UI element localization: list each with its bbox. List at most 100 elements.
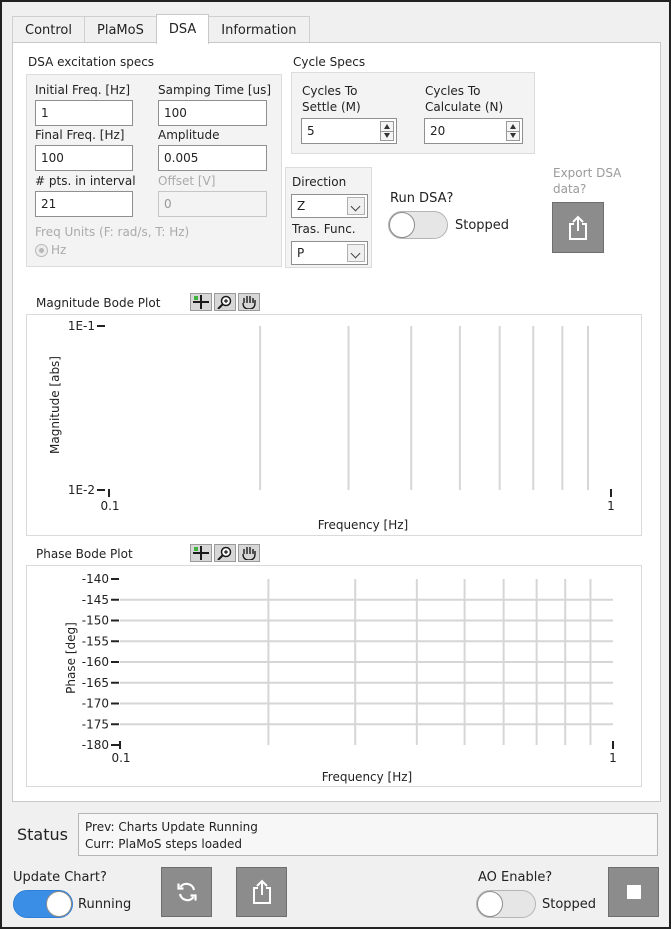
phase-x-tick-right: 1 [609, 751, 617, 765]
export-button[interactable] [236, 867, 287, 917]
zoom-icon [217, 546, 232, 560]
pts-interval-input[interactable]: 21 [35, 191, 133, 217]
excitation-group: Initial Freq. [Hz] 1 Samping Time [us] 1… [26, 74, 282, 267]
crosshair-icon [193, 295, 209, 309]
export-icon [252, 879, 271, 904]
hand-icon [242, 296, 256, 309]
freq-units-option: Hz [51, 243, 67, 257]
cycles-calc-value: 20 [430, 124, 446, 138]
phase-y-tick-label: -140 [82, 572, 109, 586]
cycle-group: Cycles To Settle (M) 5 Cycles To Calcula… [291, 72, 535, 154]
status-curr: Curr: PlaMoS steps loaded [85, 837, 243, 851]
phase-y-tick-label: -160 [82, 655, 109, 669]
tras-func-label: Tras. Func. [292, 222, 356, 236]
phase-y-tick-label: -175 [82, 717, 109, 731]
magnitude-x-tick-right: 1 [607, 499, 615, 513]
direction-select[interactable]: Z [291, 194, 368, 218]
excitation-title: DSA excitation specs [28, 55, 155, 69]
status-display: Prev: Charts Update Running Curr: PlaMoS… [78, 813, 658, 856]
cycles-calc-label-line1: Cycles To [425, 84, 481, 98]
zoom-tool-button[interactable] [214, 293, 236, 311]
magnitude-y-axis-label: Magnitude [abs] [48, 356, 62, 454]
decrement-arrow-icon [384, 133, 390, 138]
phase-x-axis-label: Frequency [Hz] [322, 770, 413, 784]
tras-func-select[interactable]: P [291, 241, 368, 265]
refresh-icon [176, 882, 197, 902]
cycles-calc-stepper[interactable]: 20 [424, 118, 523, 144]
cycles-settle-stepper[interactable]: 5 [301, 118, 397, 144]
phase-y-tick-label: -145 [82, 593, 109, 607]
stop-button[interactable] [608, 867, 659, 917]
amplitude-label: Amplitude [158, 128, 220, 142]
tab-plamos[interactable]: PlaMoS [84, 16, 157, 43]
magnitude-plot-title: Magnitude Bode Plot [36, 296, 161, 310]
tab-dsa[interactable]: DSA [155, 14, 210, 44]
phase-x-tick-left: 0.1 [111, 751, 130, 765]
phase-plot: -140 -145 -150 -155 -160 -165 -170 -175 -180 Pha… [26, 565, 642, 787]
phase-plot-title: Phase Bode Plot [36, 547, 133, 561]
chevron-down-icon [347, 197, 365, 215]
cycles-settle-value: 5 [307, 124, 315, 138]
status-prev: Prev: Charts Update Running [85, 820, 258, 834]
offset-input: 0 [158, 191, 267, 217]
initial-freq-input[interactable]: 1 [35, 100, 133, 126]
refresh-button[interactable] [161, 867, 212, 917]
run-dsa-label: Run DSA? [390, 191, 454, 206]
cursor-tool-button[interactable] [190, 293, 212, 311]
cycles-settle-label: Cycles To Settle (M) [302, 83, 361, 115]
sampling-time-label: Samping Time [us] [158, 83, 272, 97]
freq-units-radio [35, 244, 48, 257]
magnitude-plot: Magnitude [abs] 1E-1 1E-2 0.1 1 Frequenc… [26, 314, 642, 536]
cycles-settle-spin-buttons[interactable] [380, 121, 394, 141]
pan-tool-button[interactable] [238, 293, 260, 311]
cycles-settle-label-line2: Settle (M) [302, 100, 361, 114]
phase-y-tick-label: -170 [82, 697, 109, 711]
status-label: Status [17, 825, 68, 844]
phase-y-axis-label: Phase [deg] [64, 622, 78, 694]
toggle-knob [389, 212, 415, 238]
export-dsa-button[interactable] [552, 202, 604, 253]
hand-icon [242, 547, 256, 560]
tab-control[interactable]: Control [12, 16, 85, 43]
cursor-tool-button[interactable] [190, 544, 212, 562]
amplitude-input[interactable]: 0.005 [158, 145, 267, 171]
export-dsa-label-line1: Export DSA [553, 166, 622, 180]
phase-y-tick-label: -155 [82, 634, 109, 648]
run-dsa-toggle[interactable] [388, 211, 448, 239]
magnitude-plot-canvas: Magnitude [abs] 1E-1 1E-2 0.1 1 Frequenc… [48, 319, 615, 532]
update-chart-label: Update Chart? [13, 870, 107, 885]
phase-y-tick-label: -150 [82, 614, 109, 628]
pts-interval-label: # pts. in interval [35, 174, 136, 188]
chevron-down-icon [347, 244, 365, 262]
increment-arrow-icon [510, 124, 516, 129]
final-freq-label: Final Freq. [Hz] [35, 128, 125, 142]
tab-information[interactable]: Information [208, 16, 310, 43]
cycles-calc-label-line2: Calculate (N) [425, 100, 504, 114]
dsa-panel: DSA excitation specs Initial Freq. [Hz] … [12, 42, 661, 802]
zoom-icon [217, 295, 232, 309]
freq-units-label: Freq Units (F: rad/s, T: Hz) [35, 225, 190, 239]
export-icon [569, 215, 587, 240]
cycles-calc-label: Cycles To Calculate (N) [425, 83, 503, 115]
zoom-tool-button[interactable] [214, 544, 236, 562]
sampling-time-input[interactable]: 100 [158, 100, 267, 126]
pan-tool-button[interactable] [238, 544, 260, 562]
ao-enable-toggle[interactable] [476, 890, 536, 918]
update-chart-toggle[interactable] [13, 890, 73, 918]
tab-bar: Control PlaMoS DSA Information [12, 14, 310, 44]
direction-value: Z [297, 199, 306, 213]
magnitude-x-axis-label: Frequency [Hz] [318, 518, 409, 532]
ao-enable-state: Stopped [542, 897, 597, 912]
magnitude-y-tick-top: 1E-1 [68, 319, 95, 333]
direction-label: Direction [292, 175, 347, 189]
cycles-calc-spin-buttons[interactable] [506, 121, 520, 141]
app-window: Control PlaMoS DSA Information DSA excit… [0, 0, 671, 929]
crosshair-icon [193, 546, 209, 560]
tras-func-value: P [297, 246, 305, 260]
cycles-settle-label-line1: Cycles To [302, 84, 358, 98]
phase-y-tick-label: -180 [82, 738, 109, 752]
decrement-arrow-icon [510, 133, 516, 138]
final-freq-input[interactable]: 100 [35, 145, 133, 171]
phase-y-tick-label: -165 [82, 676, 109, 690]
run-dsa-state: Stopped [455, 218, 510, 233]
